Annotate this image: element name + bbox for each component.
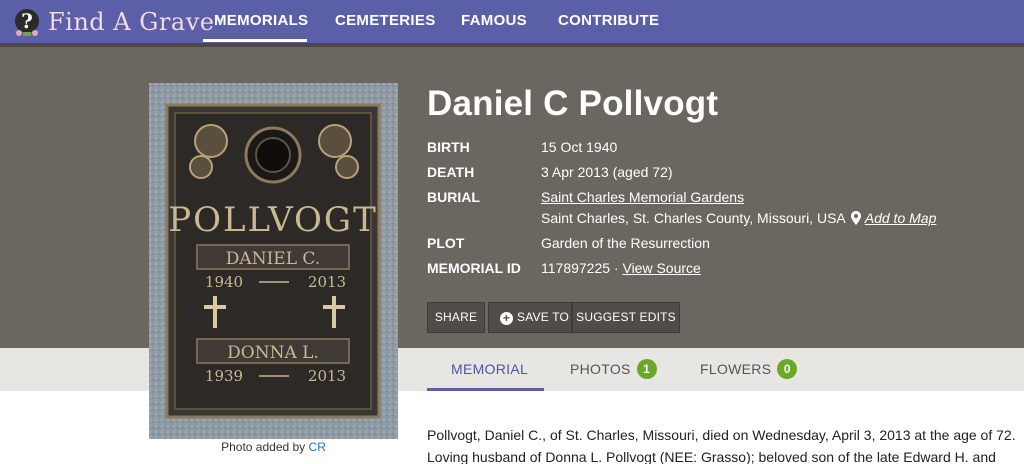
header-divider — [0, 43, 1024, 47]
plus-circle-icon: + — [500, 312, 513, 325]
flowers-count-badge: 0 — [777, 359, 798, 379]
tab-photos-label: PHOTOS — [570, 361, 631, 377]
death-value: 3 Apr 2013 (aged 72) — [541, 164, 673, 180]
tab-memorial-label: MEMORIAL — [451, 361, 529, 377]
stone-death-daniel: 2013 — [308, 273, 346, 291]
nav-contribute[interactable]: CONTRIBUTE — [558, 0, 659, 43]
view-source-link[interactable]: View Source — [622, 260, 700, 276]
obituary-line: Pollvogt, Daniel C., of St. Charles, Mis… — [427, 427, 1016, 443]
memorial-name: Daniel C Pollvogt — [427, 84, 719, 123]
photos-count-badge: 1 — [636, 359, 657, 379]
stone-name-donna: DONNA L. — [227, 343, 319, 363]
logo-icon: ? — [15, 8, 39, 36]
burial-location: Saint Charles, St. Charles County, Misso… — [541, 210, 846, 226]
stone-birth-daniel: 1940 — [205, 273, 243, 291]
gravestone-photo[interactable]: POLLVOGT DANIEL C. 1940 2013 DONNA L. 19… — [149, 83, 398, 439]
active-nav-indicator — [203, 39, 307, 42]
photo-caption: Photo added by CR — [149, 440, 398, 454]
share-button[interactable]: SHARE — [427, 302, 485, 333]
nav-cemeteries[interactable]: CEMETERIES — [335, 0, 436, 43]
tab-photos[interactable]: PHOTOS 1 — [570, 348, 657, 391]
save-to-button-label: SAVE TO — [517, 310, 570, 324]
plot-label: PLOT — [427, 235, 465, 251]
obituary-text: Pollvogt, Daniel C., of St. Charles, Mis… — [427, 424, 1017, 464]
nav-famous[interactable]: FAMOUS — [461, 0, 527, 43]
burial-location-row: Saint Charles, St. Charles County, Misso… — [541, 210, 936, 226]
add-to-map-link[interactable]: Add to Map — [865, 210, 937, 226]
svg-text:?: ? — [21, 9, 33, 33]
stone-name-daniel: DANIEL C. — [226, 249, 320, 269]
logo-text: Find A Grave — [48, 7, 215, 36]
stone-birth-donna: 1939 — [205, 367, 243, 385]
tab-flowers-label: FLOWERS — [700, 361, 772, 377]
save-to-button[interactable]: + SAVE TO — [488, 302, 572, 333]
burial-cemetery-link[interactable]: Saint Charles Memorial Gardens — [541, 189, 744, 205]
find-a-grave-logo[interactable]: ? Find A Grave ™ — [12, 5, 222, 38]
nav-memorials[interactable]: MEMORIALS — [214, 0, 308, 43]
tab-memorial[interactable]: MEMORIAL — [451, 348, 528, 391]
photo-caption-prefix: Photo added by — [221, 440, 306, 454]
obituary-line: Loving husband of Donna L. Pollvogt (NEE… — [427, 449, 996, 464]
top-navigation: ? Find A Grave ™ MEMORIALS CEMETERIES FAM… — [0, 0, 1024, 43]
burial-label: BURIAL — [427, 189, 480, 205]
suggest-edits-button-label: SUGGEST EDITS — [576, 310, 676, 324]
suggest-edits-button[interactable]: SUGGEST EDITS — [572, 302, 680, 333]
burial-cemetery-row: Saint Charles Memorial Gardens — [541, 189, 744, 205]
birth-value: 15 Oct 1940 — [541, 139, 618, 155]
death-label: DEATH — [427, 164, 475, 180]
plot-value: Garden of the Resurrection — [541, 235, 710, 251]
active-tab-indicator — [427, 388, 544, 391]
tab-flowers[interactable]: FLOWERS 0 — [700, 348, 798, 391]
birth-label: BIRTH — [427, 139, 470, 155]
stone-surname: POLLVOGT — [168, 200, 378, 240]
stone-death-donna: 2013 — [308, 367, 346, 385]
memorial-id-row: 117897225 · View Source — [541, 260, 701, 276]
photo-author-link[interactable]: CR — [309, 440, 326, 454]
memorial-id-value: 117897225 · — [541, 260, 619, 276]
share-button-label: SHARE — [434, 310, 478, 324]
map-pin-icon — [850, 211, 861, 225]
memorial-id-label: MEMORIAL ID — [427, 260, 521, 276]
